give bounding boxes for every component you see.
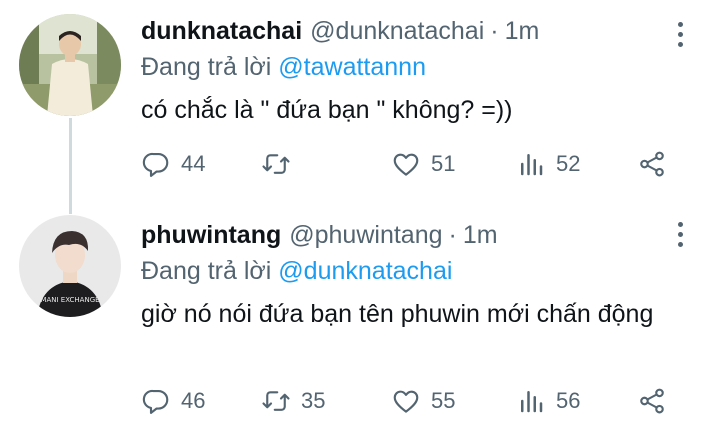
timestamp[interactable]: 1m [463, 221, 498, 249]
share-button[interactable] [637, 381, 667, 421]
like-count: 55 [431, 388, 456, 413]
retweet-icon [262, 154, 290, 174]
tweet-content: phuwintang @phuwintang · 1m Đang trả lời @d… [141, 218, 680, 332]
views-button[interactable]: 56 [516, 381, 580, 421]
retweet-button[interactable] [261, 144, 301, 184]
heart-icon [393, 390, 419, 413]
reply-to-handle[interactable]: @tawattannn [278, 53, 426, 81]
action-bar: 46 35 55 56 [141, 381, 681, 421]
reply-button[interactable]: 44 [141, 144, 205, 184]
separator-dot: · [490, 17, 499, 45]
display-name[interactable]: dunknatachai [141, 17, 302, 45]
display-name[interactable]: phuwintang [141, 221, 281, 249]
retweet-icon [262, 391, 290, 411]
tweet-text: có chắc là " đứa bạn " không? =)) [141, 96, 513, 124]
reply-prefix: Đang trả lời [141, 53, 272, 81]
user-handle[interactable]: @phuwintang [289, 221, 442, 249]
tweet-item[interactable]: MANI EXCHANGE phuwintang @phuwintang · 1m Đ… [0, 205, 720, 427]
replying-to: Đang trả lời @tawattannn [141, 50, 680, 84]
reply-prefix: Đang trả lời [141, 257, 272, 285]
reply-to-handle[interactable]: @dunknatachai [278, 257, 452, 285]
reply-count: 44 [181, 151, 206, 176]
reply-icon [142, 389, 169, 414]
more-icon[interactable] [674, 222, 686, 247]
avatar[interactable]: MANI EXCHANGE [19, 215, 121, 317]
svg-text:MANI EXCHANGE: MANI EXCHANGE [40, 296, 99, 304]
view-count: 52 [556, 151, 581, 176]
tweet-header: phuwintang @phuwintang · 1m [141, 218, 680, 252]
user-handle[interactable]: @dunknatachai [310, 17, 484, 45]
tweet-header: dunknatachai @dunknatachai · 1m [141, 14, 680, 48]
more-icon[interactable] [674, 22, 686, 47]
like-button[interactable]: 51 [391, 144, 455, 184]
avatar-photo-outdoor [19, 14, 121, 116]
reply-button[interactable]: 46 [141, 381, 205, 421]
view-count: 56 [556, 388, 581, 413]
share-icon [640, 388, 664, 414]
separator-dot: · [448, 221, 457, 249]
tweet-item[interactable]: dunknatachai @dunknatachai · 1m Đang trả lờ… [0, 0, 720, 205]
views-button[interactable]: 52 [516, 144, 580, 184]
replying-to: Đang trả lời @dunknatachai [141, 254, 680, 288]
reply-count: 46 [181, 388, 206, 413]
retweet-button[interactable]: 35 [261, 381, 325, 421]
tweet-content: dunknatachai @dunknatachai · 1m Đang trả lờ… [141, 14, 680, 128]
like-count: 51 [431, 151, 456, 176]
avatar-photo-portrait: MANI EXCHANGE [19, 215, 121, 317]
tweet-text: giờ nó nói đứa bạn tên phuwin mới chấn đ… [141, 300, 654, 328]
share-icon [640, 151, 664, 177]
retweet-count: 35 [301, 388, 326, 413]
views-icon [521, 391, 543, 413]
views-icon [521, 154, 543, 176]
like-button[interactable]: 55 [391, 381, 455, 421]
share-button[interactable] [637, 144, 667, 184]
reply-icon [142, 152, 169, 177]
heart-icon [393, 153, 419, 176]
avatar[interactable] [19, 14, 121, 116]
timestamp[interactable]: 1m [505, 17, 540, 45]
action-bar: 44 51 52 [141, 144, 681, 184]
